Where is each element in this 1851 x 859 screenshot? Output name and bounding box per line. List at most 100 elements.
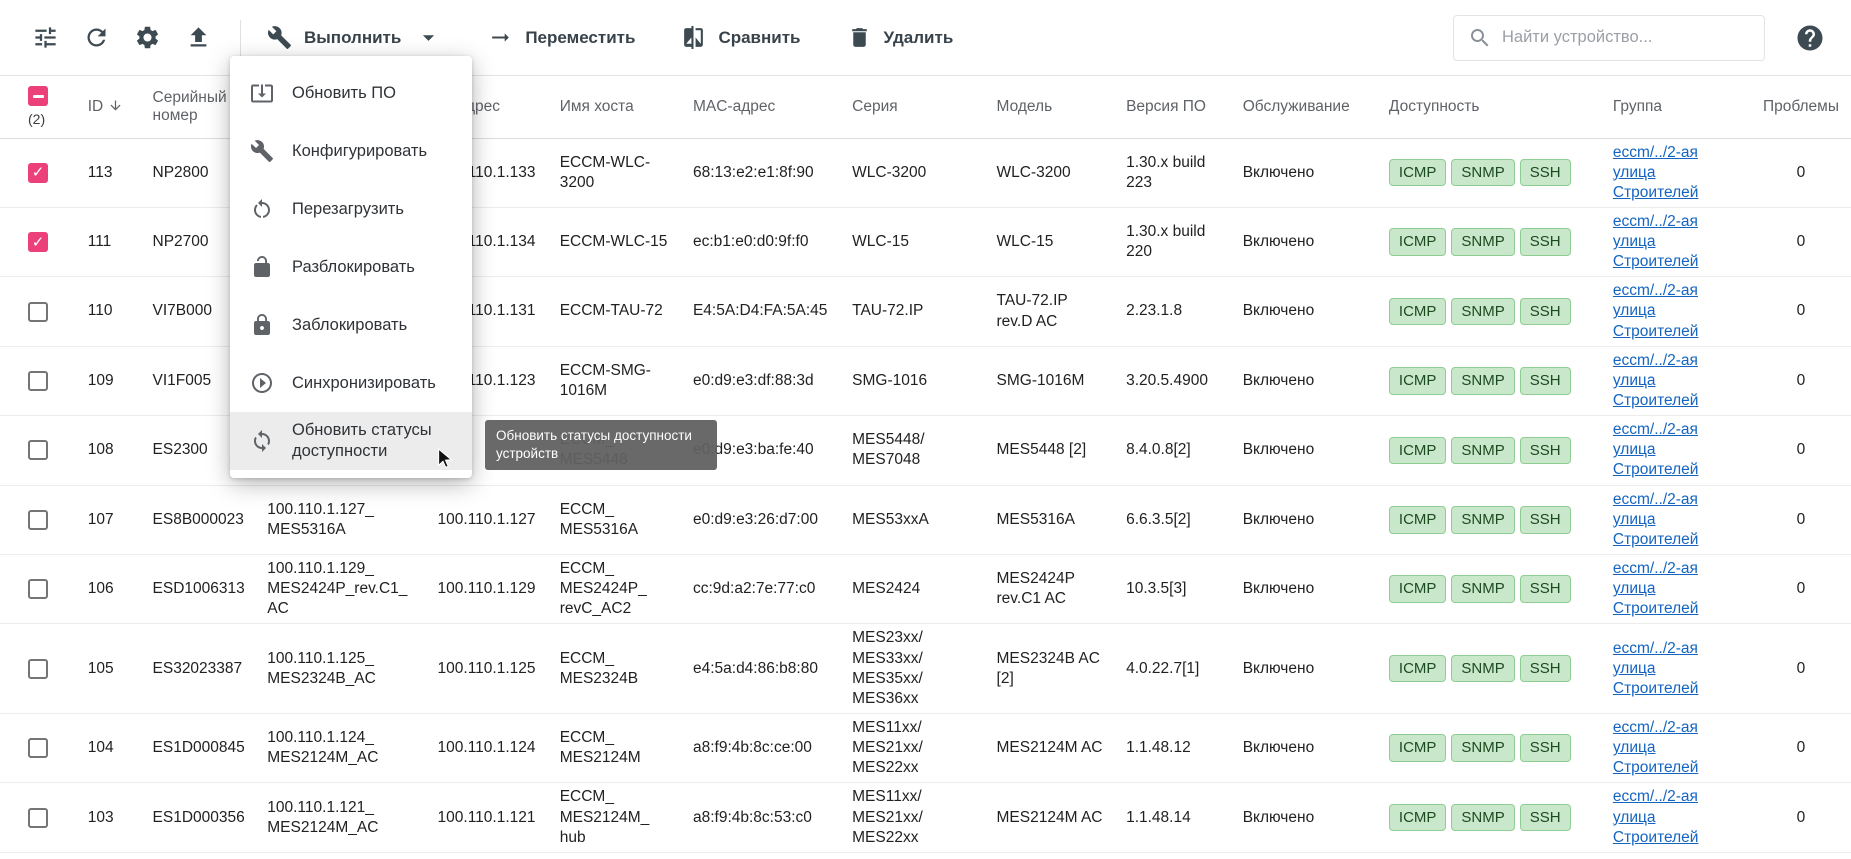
menu-item-label: Конфигурировать (292, 141, 427, 162)
firmware-cell: 10.3.5[3] (1116, 555, 1233, 624)
maintenance-cell: Включено (1233, 207, 1379, 276)
execute-button[interactable]: Выполнить (267, 24, 442, 51)
availability-cell: ICMPSNMPSSH (1379, 207, 1603, 276)
play-circle-icon (250, 371, 274, 395)
search-icon (1468, 26, 1492, 50)
column-header-availability[interactable]: Доступность (1379, 76, 1603, 138)
row-checkbox[interactable] (28, 440, 48, 460)
menu-item-2[interactable]: Конфигурировать (230, 122, 472, 180)
row-checkbox[interactable] (28, 302, 48, 322)
maintenance-cell: Включено (1233, 277, 1379, 346)
menu-item-7[interactable]: Обновить статусы доступности (230, 412, 472, 470)
availability-badge-icmp: ICMP (1389, 228, 1447, 256)
model-cell: MES5448 [2] (987, 416, 1117, 485)
column-header-hostname[interactable]: Имя хоста (550, 76, 683, 138)
model-cell: MES2124M AC (987, 783, 1117, 852)
sync-icon (250, 429, 274, 453)
select-all-checkbox[interactable] (28, 86, 48, 106)
column-header-id[interactable]: ID (78, 76, 143, 138)
row-checkbox[interactable] (28, 163, 48, 183)
serial-cell: ES1D000356 (143, 783, 258, 852)
group-link[interactable]: eccm/../2-ая улица Строителей (1613, 719, 1699, 776)
search-box (1453, 15, 1765, 61)
series-cell: MES5448/​MES7048 (842, 416, 986, 485)
search-input[interactable] (1502, 28, 1750, 47)
menu-item-label: Обновить ПО (292, 83, 396, 104)
table-row: 104ES1D000845100.110.1.124_​MES2124M_​AC… (0, 714, 1851, 783)
settings-gear-icon[interactable] (134, 24, 161, 51)
upload-icon[interactable] (185, 24, 212, 51)
checkbox-cell (0, 138, 78, 207)
group-link[interactable]: eccm/../2-ая улица Строителей (1613, 640, 1699, 697)
firmware-cell: 1.30.x build 223 (1116, 138, 1233, 207)
filter-icon[interactable] (32, 24, 59, 51)
hostname-cell: ECCM_​MES2124M_​hub (550, 783, 683, 852)
group-link[interactable]: eccm/../2-ая улица Строителей (1613, 213, 1699, 270)
refresh-icon[interactable] (83, 24, 110, 51)
group-cell: eccm/../2-ая улица Строителей (1603, 624, 1751, 714)
delete-button-label: Удалить (884, 28, 954, 48)
column-header-maintenance[interactable]: Обслуживание (1233, 76, 1379, 138)
availability-badge-snmp: SNMP (1451, 159, 1514, 187)
menu-item-1[interactable]: Обновить ПО (230, 64, 472, 122)
row-checkbox[interactable] (28, 232, 48, 252)
column-header-group[interactable]: Группа (1603, 76, 1751, 138)
group-link[interactable]: eccm/../2-ая улица Строителей (1613, 788, 1699, 845)
model-cell: WLC-3200 (987, 138, 1117, 207)
menu-item-6[interactable]: Синхронизировать (230, 354, 472, 412)
availability-cell: ICMPSNMPSSH (1379, 346, 1603, 415)
menu-item-5[interactable]: Заблокировать (230, 296, 472, 354)
move-button[interactable]: Переместить (488, 25, 635, 50)
firmware-cell: 6.6.3.5[2] (1116, 485, 1233, 554)
availability-badge-icmp: ICMP (1389, 804, 1447, 832)
column-header-series[interactable]: Серия (842, 76, 986, 138)
group-link[interactable]: eccm/../2-ая улица Строителей (1613, 352, 1699, 409)
firmware-cell: 4.0.22.7[1] (1116, 624, 1233, 714)
menu-item-3[interactable]: Перезагрузить (230, 180, 472, 238)
problems-cell: 0 (1751, 624, 1851, 714)
column-header-model[interactable]: Модель (987, 76, 1117, 138)
mac-cell: cc:9d:a2:7e:77:c0 (683, 555, 842, 624)
group-link[interactable]: eccm/../2-ая улица Строителей (1613, 491, 1699, 548)
hostname-cell: ECCM-SMG-1016M (550, 346, 683, 415)
column-header-firmware[interactable]: Версия ПО (1116, 76, 1233, 138)
row-checkbox[interactable] (28, 579, 48, 599)
mac-cell: ec:b1:e0:d0:9f:f0 (683, 207, 842, 276)
group-link[interactable]: eccm/../2-ая улица Строителей (1613, 282, 1699, 339)
row-checkbox[interactable] (28, 738, 48, 758)
row-checkbox[interactable] (28, 659, 48, 679)
series-cell: MES11xx/​MES21xx/​MES22xx (842, 714, 986, 783)
name-cell: 100.110.1.129_​MES2424P_​rev.C1_​AC (257, 555, 427, 624)
availability-badge-snmp: SNMP (1451, 655, 1514, 683)
availability-badge-ssh: SSH (1520, 298, 1571, 326)
compare-button[interactable]: Сравнить (681, 25, 800, 50)
delete-button[interactable]: Удалить (847, 25, 954, 50)
group-cell: eccm/../2-ая улица Строителей (1603, 346, 1751, 415)
group-cell: eccm/../2-ая улица Строителей (1603, 783, 1751, 852)
group-link[interactable]: eccm/../2-ая улица Строителей (1613, 421, 1699, 478)
column-header-mac[interactable]: MAC-адрес (683, 76, 842, 138)
series-cell: MES53xxA (842, 485, 986, 554)
maintenance-cell: Включено (1233, 485, 1379, 554)
maintenance-cell: Включено (1233, 416, 1379, 485)
group-cell: eccm/../2-ая улица Строителей (1603, 277, 1751, 346)
id-cell: 106 (78, 555, 143, 624)
row-checkbox[interactable] (28, 371, 48, 391)
help-icon[interactable] (1795, 23, 1825, 53)
group-link[interactable]: eccm/../2-ая улица Строителей (1613, 560, 1699, 617)
availability-badge-snmp: SNMP (1451, 575, 1514, 603)
mac-cell: a8:f9:4b:8c:ce:00 (683, 714, 842, 783)
availability-badge-snmp: SNMP (1451, 228, 1514, 256)
model-cell: TAU-72.IP rev.D AC (987, 277, 1117, 346)
ip-cell: 100.110.1.127 (428, 485, 550, 554)
group-link[interactable]: eccm/../2-ая улица Строителей (1613, 144, 1699, 201)
name-cell: 100.110.1.127_​MES5316A (257, 485, 427, 554)
maintenance-cell: Включено (1233, 783, 1379, 852)
row-checkbox[interactable] (28, 510, 48, 530)
column-header-problems[interactable]: Проблемы (1751, 76, 1851, 138)
hostname-cell: ECCM-TAU-72 (550, 277, 683, 346)
row-checkbox[interactable] (28, 808, 48, 828)
mac-cell: e0:d9:e3:df:88:3d (683, 346, 842, 415)
checkbox-cell (0, 277, 78, 346)
menu-item-4[interactable]: Разблокировать (230, 238, 472, 296)
